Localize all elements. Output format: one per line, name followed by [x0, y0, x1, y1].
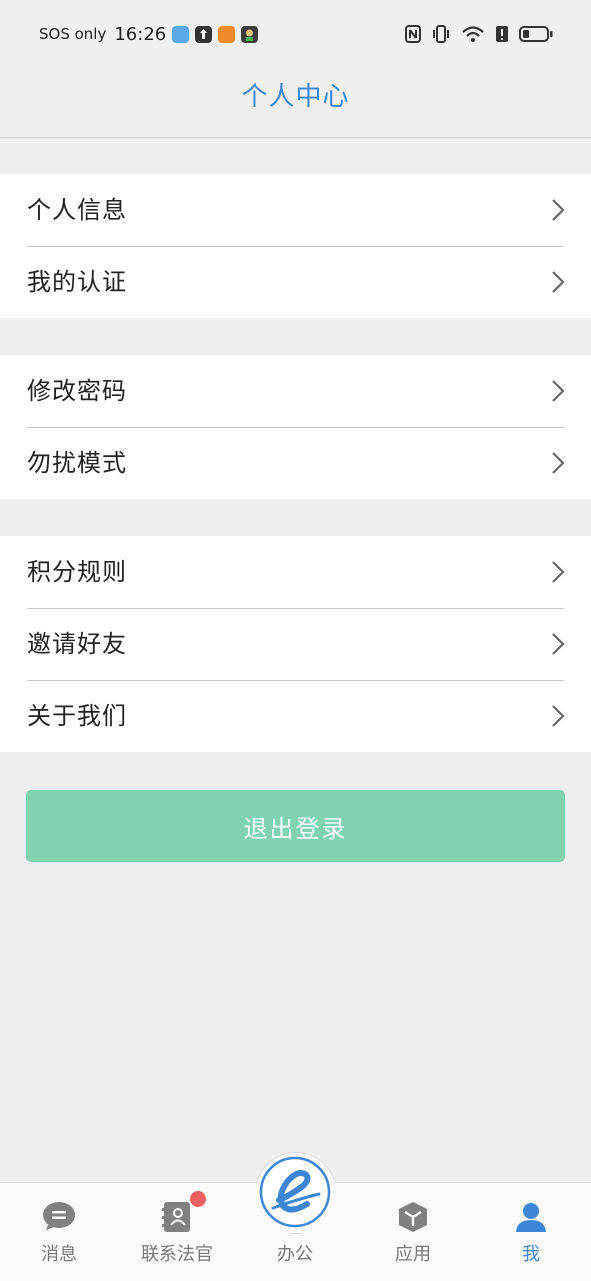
menu-group-security: 修改密码 勿扰模式: [0, 355, 591, 499]
status-left: SOS only 16:26: [39, 22, 259, 46]
status-bar: SOS only 16:26: [0, 0, 591, 66]
tab-label: 联系法官: [141, 1244, 213, 1265]
chevron-right-icon: [552, 199, 565, 221]
message-icon: [43, 1202, 75, 1230]
chevron-right-icon: [552, 561, 565, 583]
tab-contact-judge[interactable]: 联系法官: [118, 1183, 236, 1281]
menu-item-change-password[interactable]: 修改密码: [0, 355, 591, 427]
tab-label: 应用: [395, 1244, 431, 1265]
alert-icon: [496, 26, 508, 42]
tab-label: 办公: [277, 1244, 313, 1265]
nfc-icon: [405, 25, 421, 43]
game-icon: [241, 25, 259, 43]
office-e-icon[interactable]: [259, 1156, 331, 1228]
status-right: [405, 22, 553, 46]
menu-item-label: 修改密码: [27, 377, 127, 405]
clock: 16:26: [114, 23, 167, 45]
menu-item-do-not-disturb[interactable]: 勿扰模式: [0, 427, 591, 499]
chevron-right-icon: [552, 705, 565, 727]
contact-book-icon: [162, 1202, 190, 1232]
menu-group-other: 积分规则 邀请好友 关于我们: [0, 536, 591, 752]
tab-label: 我: [522, 1244, 540, 1265]
upload-icon: [195, 25, 213, 43]
menu-item-label: 我的认证: [27, 268, 127, 296]
header-divider: [0, 137, 591, 138]
menu-item-about-us[interactable]: 关于我们: [0, 680, 591, 752]
tab-me[interactable]: 我: [472, 1183, 590, 1281]
news-icon: [218, 25, 236, 43]
menu-item-invite-friends[interactable]: 邀请好友: [0, 608, 591, 680]
menu-item-label: 关于我们: [27, 702, 127, 730]
menu-item-label: 勿扰模式: [27, 449, 127, 477]
cube-icon: [399, 1202, 427, 1232]
battery-icon: [519, 26, 553, 42]
tab-apps[interactable]: 应用: [354, 1183, 472, 1281]
menu-item-label: 个人信息: [27, 196, 127, 224]
menu-item-label: 积分规则: [27, 558, 127, 586]
wifi-icon: [462, 26, 484, 42]
vibrate-icon: [433, 25, 449, 43]
menu-item-label: 邀请好友: [27, 630, 127, 658]
notification-badge: [190, 1191, 206, 1207]
photos-icon: [172, 25, 190, 43]
logout-button[interactable]: 退出登录: [26, 790, 565, 862]
menu-item-my-certification[interactable]: 我的认证: [0, 246, 591, 318]
chevron-right-icon: [552, 271, 565, 293]
menu-group-account: 个人信息 我的认证: [0, 174, 591, 318]
chevron-right-icon: [552, 452, 565, 474]
chevron-right-icon: [552, 380, 565, 402]
tab-label: 消息: [41, 1244, 77, 1265]
chevron-right-icon: [552, 633, 565, 655]
person-icon: [516, 1203, 546, 1232]
tab-messages[interactable]: 消息: [0, 1183, 118, 1281]
carrier-text: SOS only: [39, 25, 107, 43]
menu-item-points-rules[interactable]: 积分规则: [0, 536, 591, 608]
menu-item-personal-info[interactable]: 个人信息: [0, 174, 591, 246]
page-title: 个人中心: [241, 82, 350, 112]
